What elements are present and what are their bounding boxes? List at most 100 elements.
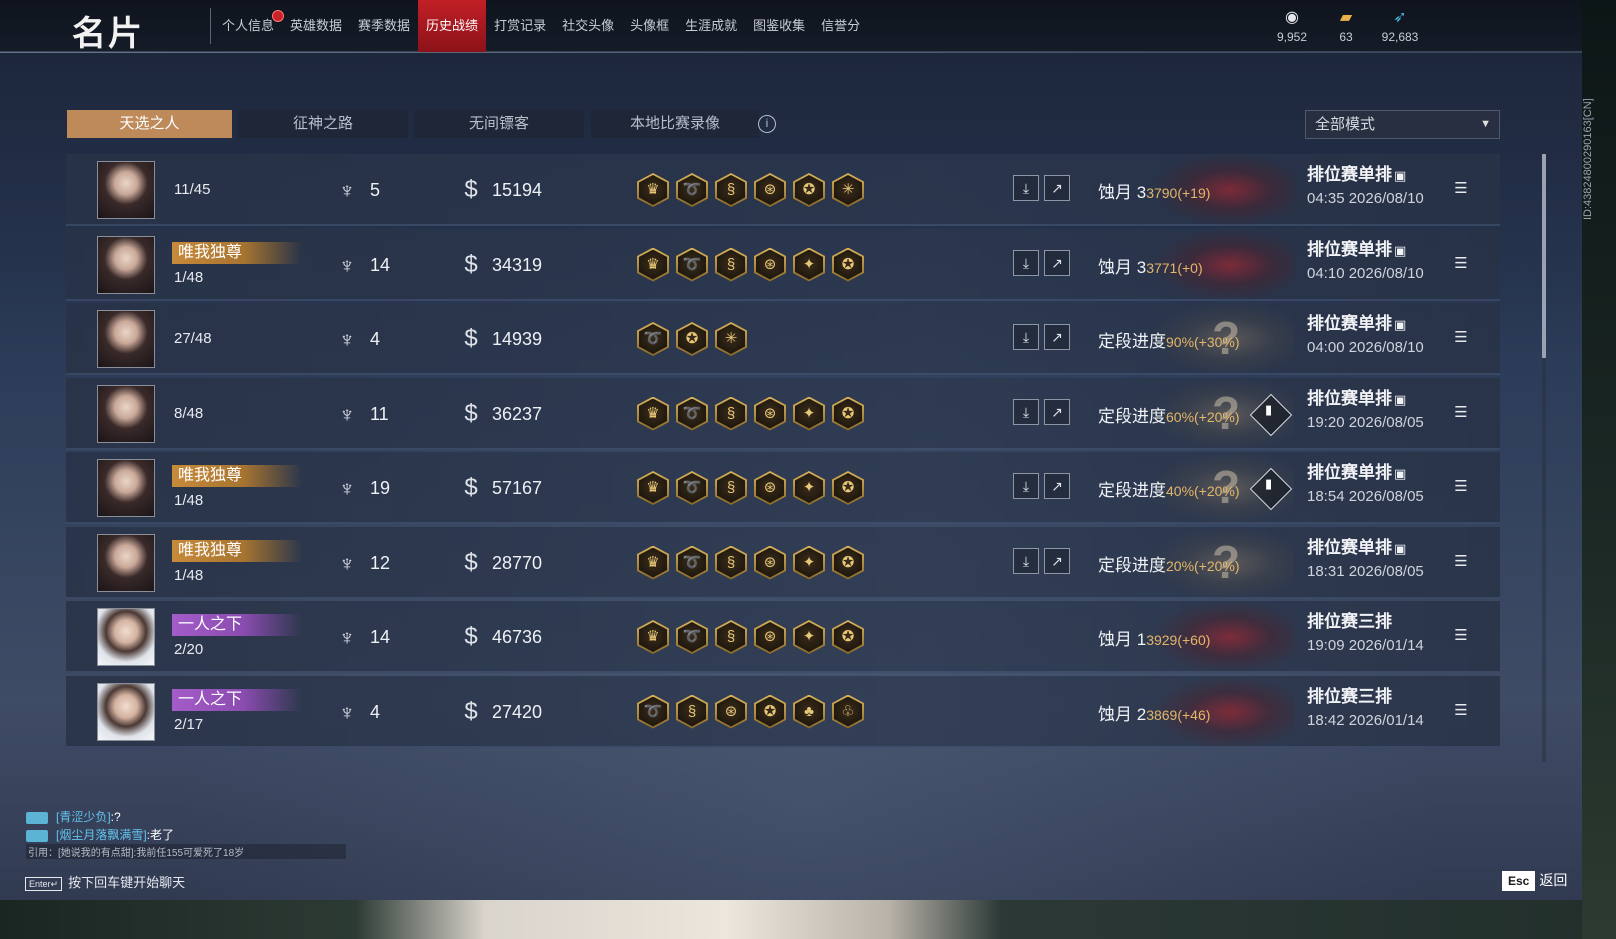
medal-icon[interactable]: § <box>715 396 747 431</box>
medal-icon[interactable]: ➰ <box>676 396 708 431</box>
download-icon[interactable]: ⤓ <box>1013 473 1039 499</box>
tab-local-replays[interactable]: 本地比赛录像 <box>591 110 759 138</box>
info-icon[interactable]: i <box>758 115 776 133</box>
menu-list-icon[interactable]: ☰ <box>1452 404 1470 421</box>
avatar[interactable] <box>97 533 155 592</box>
nav-tab-7[interactable]: 生涯成就 <box>677 0 745 52</box>
medal-icon[interactable]: ♛ <box>637 173 669 207</box>
medal-icon[interactable]: ⊛ <box>754 396 786 431</box>
medal-icon[interactable]: ➰ <box>676 471 708 505</box>
medal-icon[interactable]: § <box>715 545 747 580</box>
medal-icon[interactable]: ⊛ <box>754 620 786 654</box>
nav-tab-6[interactable]: 头像框 <box>622 0 677 52</box>
medal-icon[interactable]: ✦ <box>793 620 825 654</box>
avatar[interactable] <box>97 310 155 368</box>
avatar[interactable] <box>97 161 155 219</box>
medal-icon[interactable]: ✪ <box>832 396 864 431</box>
menu-list-icon[interactable]: ☰ <box>1452 553 1470 570</box>
medal-icon[interactable]: ➰ <box>637 694 669 729</box>
share-icon[interactable]: ↗ <box>1044 324 1070 350</box>
medal-icon[interactable]: § <box>715 620 747 654</box>
medal-icon[interactable]: ➰ <box>676 545 708 580</box>
menu-list-icon[interactable]: ☰ <box>1452 255 1470 272</box>
avatar[interactable] <box>97 608 155 666</box>
nav-tab-5[interactable]: 社交头像 <box>554 0 622 52</box>
medal-icon[interactable]: ✪ <box>676 322 708 356</box>
medal-icon[interactable]: ✪ <box>832 620 864 654</box>
medal-icon[interactable]: § <box>715 247 747 282</box>
medal-icon[interactable]: ✦ <box>793 471 825 505</box>
medal-icon[interactable]: § <box>676 694 708 729</box>
medal-icon[interactable]: ♛ <box>637 396 669 431</box>
medal-icon[interactable]: ♧ <box>832 694 864 729</box>
download-icon[interactable]: ⤓ <box>1013 249 1039 276</box>
nav-tab-4[interactable]: 打赏记录 <box>486 0 554 52</box>
medal-icon[interactable]: ✪ <box>832 247 864 282</box>
share-icon[interactable]: ↗ <box>1044 175 1070 201</box>
mode-filter-select[interactable]: 全部模式 ▼ <box>1305 110 1500 139</box>
share-icon[interactable]: ↗ <box>1044 473 1070 499</box>
nav-tab-9[interactable]: 信誉分 <box>813 0 868 52</box>
nav-tab-1[interactable]: 英雄数据 <box>282 0 350 52</box>
medal-icon[interactable]: ♛ <box>637 247 669 282</box>
medal-icon[interactable]: ✪ <box>793 173 825 207</box>
menu-list-icon[interactable]: ☰ <box>1452 628 1470 644</box>
back-button[interactable]: Esc 返回 <box>1502 870 1567 892</box>
nav-tab-2[interactable]: 赛季数据 <box>350 0 418 52</box>
download-icon[interactable]: ⤓ <box>1013 324 1039 350</box>
menu-list-icon[interactable]: ☰ <box>1452 479 1470 495</box>
download-icon[interactable]: ⤓ <box>1013 547 1039 574</box>
nav-tab-0[interactable]: 个人信息 <box>214 0 285 52</box>
medal-icon[interactable]: ✦ <box>793 247 825 282</box>
tab-escort[interactable]: 无间镖客 <box>414 110 584 138</box>
share-icon[interactable]: ↗ <box>1044 249 1070 276</box>
medal-icon[interactable]: ✳ <box>832 173 864 207</box>
avatar[interactable] <box>97 682 155 741</box>
nav-tab-8[interactable]: 图鉴收集 <box>745 0 813 52</box>
nav-tab-3[interactable]: 历史战绩 <box>418 0 487 52</box>
menu-list-icon[interactable]: ☰ <box>1452 702 1470 719</box>
medal-icon[interactable]: ➰ <box>676 173 708 207</box>
match-row[interactable]: 唯我独尊 1/48 ♆ 14 $34319 ♛ ➰ § ⊛ ✦ ✪ ⤓ ↗ 蚀月 33771(+0) 排位赛… <box>66 228 1500 301</box>
match-row[interactable]: 唯我独尊 1/48 ♆ 19 $57167 ♛ ➰ § ⊛ ✦ ✪ ⤓ ↗? 定段进度40%(+20%) ▮… <box>66 452 1500 524</box>
chat-sender[interactable]: [烟尘月落飘满雪] <box>56 828 147 842</box>
medal-icon[interactable]: § <box>715 173 747 207</box>
medal-icon[interactable]: ♛ <box>637 471 669 505</box>
medal-icon[interactable]: ✪ <box>832 545 864 580</box>
medal-icon[interactable]: ➰ <box>676 247 708 282</box>
share-icon[interactable]: ↗ <box>1044 547 1070 574</box>
medal-icon[interactable]: ✪ <box>832 471 864 505</box>
medal-icon[interactable]: ♛ <box>637 620 669 654</box>
medal-icon[interactable]: ✪ <box>754 694 786 729</box>
tab-chosen-one[interactable]: 天选之人 <box>67 110 232 138</box>
match-row[interactable]: 唯我独尊 1/48 ♆ 12 $28770 ♛ ➰ § ⊛ ✦ ✪ ⤓ ↗? 定段进度20%(+20%) 排… <box>66 526 1500 599</box>
medal-icon[interactable]: ⊛ <box>754 545 786 580</box>
download-icon[interactable]: ⤓ <box>1013 175 1039 201</box>
medal-icon[interactable]: ➰ <box>676 620 708 654</box>
medal-icon[interactable]: ♛ <box>637 545 669 580</box>
medal-icon[interactable]: ✳ <box>715 322 747 356</box>
medal-icon[interactable]: ⊛ <box>754 247 786 282</box>
avatar[interactable] <box>97 384 155 443</box>
medal-icon[interactable]: ♣ <box>793 694 825 729</box>
medal-icon[interactable]: ✦ <box>793 396 825 431</box>
scrollbar-thumb[interactable] <box>1542 154 1546 358</box>
medal-icon[interactable]: ➰ <box>637 322 669 356</box>
share-icon[interactable]: ↗ <box>1044 398 1070 425</box>
medal-icon[interactable]: ⊛ <box>754 471 786 505</box>
match-row[interactable]: 8/48 ♆ 11 $36237 ♛ ➰ § ⊛ ✦ ✪ ⤓ ↗? 定段进度60%(+20%) ▮ 排位赛单… <box>66 377 1500 450</box>
match-row[interactable]: 27/48 ♆ 4 $14939 ➰ ✪ ✳ ⤓ ↗? 定段进度90%(+30%) 排位赛单排 ▣ 04… <box>66 303 1500 375</box>
medal-icon[interactable]: § <box>715 471 747 505</box>
chat-sender[interactable]: [青涩少负] <box>56 810 111 824</box>
medal-icon[interactable]: ✦ <box>793 545 825 580</box>
medal-icon[interactable]: ⊛ <box>715 694 747 729</box>
menu-list-icon[interactable]: ☰ <box>1452 181 1470 197</box>
avatar[interactable] <box>97 235 155 294</box>
chat-enter-hint[interactable]: Enter↵ 按下回车键开始聊天 <box>25 872 185 891</box>
menu-list-icon[interactable]: ☰ <box>1452 330 1470 346</box>
match-row[interactable]: 一人之下 2/20 ♆ 14 $46736 ♛ ➰ § ⊛ ✦ ✪ 蚀月 13929(+60) 排位赛三… <box>66 601 1500 673</box>
match-row[interactable]: 11/45 ♆ 5 $15194 ♛ ➰ § ⊛ ✪ ✳ ⤓ ↗ 蚀月 33790(+19) 排位赛单排 ▣… <box>66 154 1500 226</box>
match-row[interactable]: 一人之下 2/17 ♆ 4 $27420 ➰ § ⊛ ✪ ♣ ♧ 蚀月 23869(+46) 排位赛三排… <box>66 675 1500 748</box>
medal-icon[interactable]: ⊛ <box>754 173 786 207</box>
download-icon[interactable]: ⤓ <box>1013 398 1039 425</box>
